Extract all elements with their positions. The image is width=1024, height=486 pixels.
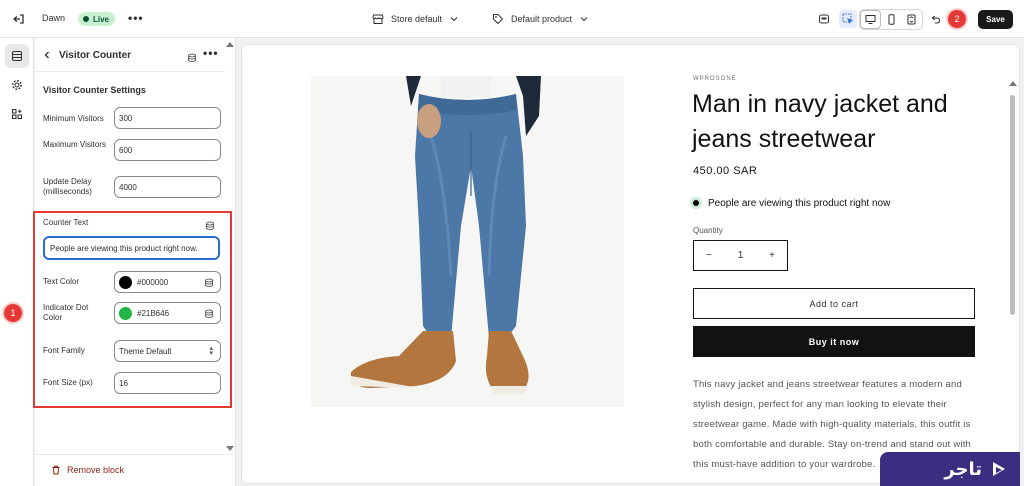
sections-icon[interactable]	[5, 44, 29, 68]
dynamic-source-icon[interactable]	[187, 50, 197, 68]
scroll-up-arrow[interactable]	[226, 42, 234, 47]
product-selector-label: Default product	[511, 14, 573, 24]
quantity-stepper: − 1 +	[693, 240, 788, 271]
quantity-minus-button[interactable]: −	[706, 250, 712, 261]
dynamic-source-icon[interactable]	[205, 218, 215, 236]
theme-more-button[interactable]: •••	[128, 11, 144, 25]
panel-title: Visitor Counter	[59, 50, 132, 61]
max-visitors-label: Maximum Visitors	[43, 140, 106, 149]
scroll-down-arrow[interactable]	[226, 446, 234, 451]
chevron-down-icon	[450, 17, 458, 22]
app-blocks-icon[interactable]	[5, 102, 29, 126]
select-arrows-icon: ▴ ▾	[209, 345, 213, 357]
quantity-label: Quantity	[693, 226, 723, 235]
dot-color-picker[interactable]: #21B646	[114, 302, 221, 324]
exit-icon[interactable]	[12, 12, 26, 26]
text-color-label: Text Color	[43, 277, 80, 286]
dot-color-label: Indicator Dot Color	[43, 303, 89, 322]
inspector-icon[interactable]	[839, 10, 857, 28]
counter-text-label: Counter Text	[43, 218, 89, 227]
min-visitors-input[interactable]: 300	[114, 107, 221, 129]
scroll-up-arrow[interactable]	[1009, 81, 1017, 86]
brand-logo: تاجر	[880, 452, 1020, 486]
live-label: Live	[93, 14, 110, 24]
live-badge: Live	[78, 12, 116, 26]
text-color-value: #000000	[137, 277, 169, 287]
color-swatch[interactable]	[119, 306, 132, 320]
store-icon	[372, 14, 384, 24]
undo-icon[interactable]	[926, 10, 944, 28]
text-color-picker[interactable]: #000000	[114, 271, 221, 293]
font-family-value: Theme Default	[119, 346, 172, 356]
font-size-input[interactable]: 16	[114, 372, 221, 394]
counter-text-input[interactable]: People are viewing this product right no…	[43, 236, 220, 260]
font-family-select[interactable]: Theme Default ▴ ▾	[114, 340, 221, 362]
block-more-button[interactable]: •••	[203, 46, 219, 60]
step-2-badge: 2	[948, 10, 966, 28]
panel-divider	[35, 454, 236, 455]
store-selector-label: Store default	[391, 14, 443, 24]
color-swatch[interactable]	[119, 275, 132, 289]
chevron-down-icon	[580, 17, 588, 22]
product-vendor: WPROSONE	[693, 76, 737, 82]
dot-color-value: #21B646	[137, 308, 170, 318]
panel-header: Visitor Counter •••	[35, 38, 225, 72]
app-embeds-icon[interactable]	[815, 10, 833, 28]
trash-icon	[52, 465, 60, 475]
dynamic-source-icon[interactable]	[204, 278, 214, 290]
live-dot-icon	[83, 16, 89, 22]
max-visitors-input[interactable]: 600	[114, 139, 221, 161]
font-size-label: Font Size (px)	[43, 378, 93, 387]
remove-block-button[interactable]: Remove block	[51, 465, 124, 475]
product-title: Man in navy jacket and jeans streetwear	[692, 90, 948, 153]
theme-settings-icon[interactable]	[5, 73, 29, 97]
sidebar-rail	[0, 38, 34, 486]
save-button[interactable]: Save	[978, 10, 1013, 29]
visitor-counter: People are viewing this product right no…	[690, 197, 890, 209]
remove-block-label: Remove block	[67, 465, 125, 475]
brand-mark-icon	[993, 462, 1005, 476]
back-icon[interactable]	[43, 51, 51, 59]
buy-now-button[interactable]: Buy it now	[693, 326, 975, 357]
preview-scrollbar[interactable]	[1010, 95, 1015, 315]
dynamic-source-icon[interactable]	[204, 309, 214, 321]
quantity-value[interactable]: 1	[738, 250, 744, 261]
quantity-plus-button[interactable]: +	[769, 250, 775, 261]
visitor-counter-text: People are viewing this product right no…	[708, 197, 891, 209]
theme-name: Dawn	[42, 13, 66, 23]
tag-icon	[493, 14, 504, 25]
block-settings-panel: Visitor Counter ••• Visitor Counter Sett…	[33, 38, 236, 486]
min-visitors-label: Minimum Visitors	[43, 114, 104, 123]
device-switcher	[859, 9, 923, 30]
editor-topbar: Dawn Live ••• Store default Default prod…	[0, 0, 1024, 38]
storefront-preview: WPROSONE Man in navy jacket and jeans st…	[241, 44, 1020, 484]
product-image[interactable]	[311, 76, 624, 407]
indicator-dot-icon	[690, 197, 702, 209]
font-family-label: Font Family	[43, 346, 85, 355]
desktop-icon[interactable]	[860, 10, 881, 29]
product-selector[interactable]: Default product	[492, 13, 588, 25]
update-delay-input[interactable]: 4000	[114, 176, 221, 198]
store-selector[interactable]: Store default	[372, 13, 458, 25]
product-price: 450.00 SAR	[693, 165, 758, 177]
settings-heading: Visitor Counter Settings	[43, 85, 146, 95]
fullscreen-icon[interactable]	[901, 10, 922, 29]
step-1-badge: 1	[4, 304, 22, 322]
brand-logo-text: تاجر	[944, 458, 982, 480]
update-delay-label: Update Delay (milliseconds)	[43, 177, 92, 196]
mobile-icon[interactable]	[881, 10, 902, 29]
add-to-cart-button[interactable]: Add to cart	[693, 288, 975, 319]
